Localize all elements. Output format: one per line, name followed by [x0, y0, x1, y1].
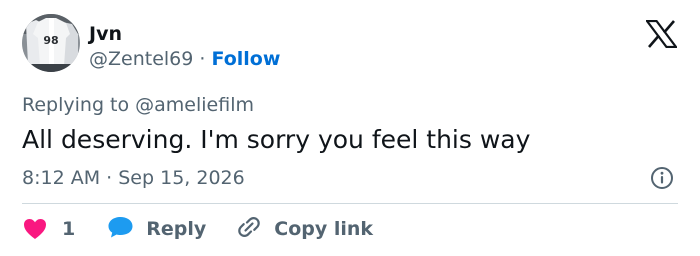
like-button[interactable]: 1 [22, 217, 75, 241]
handle-separator: · [199, 48, 206, 70]
reply-label: Reply [146, 218, 207, 240]
link-icon [236, 214, 262, 244]
tweet-card: 98 Jvn @Zentel69 · Follow Replying to @a… [0, 0, 700, 256]
author-avatar[interactable]: 98 [22, 14, 80, 72]
x-logo-icon[interactable] [644, 19, 679, 49]
tweet-text: All deserving. I'm sorry you feel this w… [22, 125, 531, 154]
svg-text:98: 98 [43, 34, 58, 47]
reply-bubble-icon [107, 215, 134, 243]
avatar-jersey-image: 98 [22, 14, 80, 72]
follow-button[interactable]: Follow [211, 48, 280, 70]
action-bar: 1 Reply Copy link [22, 214, 373, 244]
author-handle-row: @Zentel69 · Follow [89, 47, 280, 71]
timestamp-separator: · [106, 167, 113, 189]
reply-button[interactable]: Reply [107, 215, 206, 243]
info-icon[interactable] [650, 166, 674, 190]
tweet-time: 8:12 AM [22, 167, 101, 189]
like-count: 1 [62, 218, 76, 240]
copy-link-label: Copy link [274, 218, 374, 240]
divider [22, 203, 678, 204]
author-name[interactable]: Jvn [89, 22, 122, 46]
heart-icon [22, 217, 48, 241]
copy-link-button[interactable]: Copy link [236, 214, 373, 244]
replying-to: Replying to @ameliefilm [22, 94, 254, 116]
tweet-date: Sep 15, 2026 [118, 167, 245, 189]
tweet-timestamp[interactable]: 8:12 AM · Sep 15, 2026 [22, 166, 245, 190]
author-handle[interactable]: @Zentel69 [89, 48, 193, 70]
